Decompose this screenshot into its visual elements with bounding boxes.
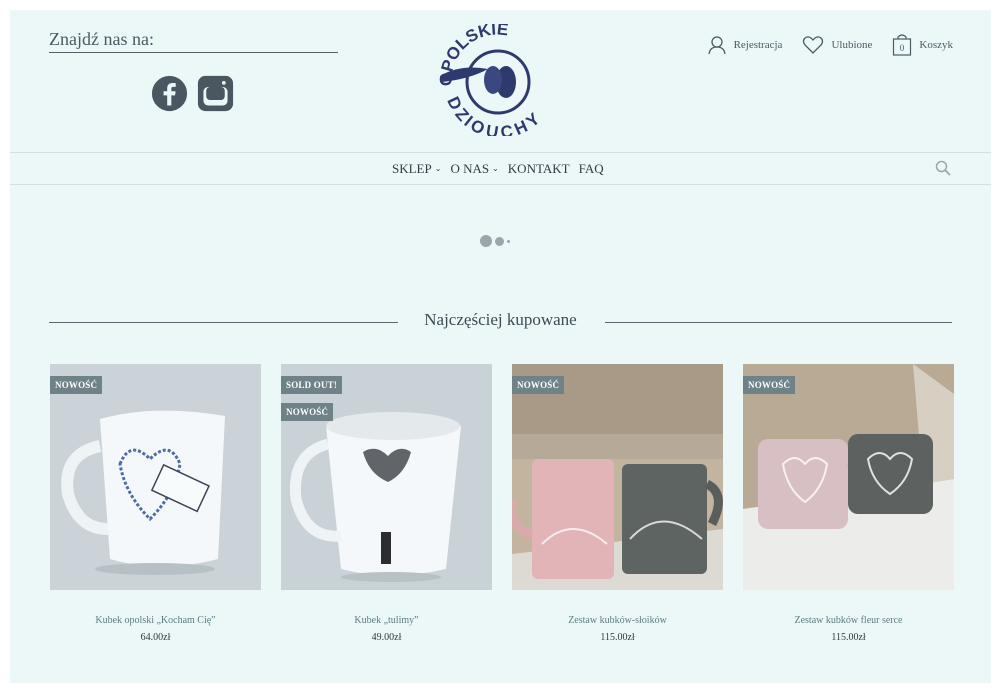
loader-dot: [507, 239, 510, 243]
facebook-icon[interactable]: [151, 75, 188, 112]
chevron-down-icon: ⌄: [492, 164, 499, 173]
new-badge: NOWOŚĆ: [50, 376, 103, 394]
mug-set-image: [512, 364, 723, 590]
loader-dot: [480, 235, 492, 247]
product-card[interactable]: NOWOŚĆ Zestaw kubków fleur serce 115.00z…: [743, 364, 954, 643]
loader-dot: [495, 236, 504, 246]
product-card[interactable]: NOWOŚĆ Zestaw kubków-słoików 115.00zł: [512, 364, 723, 643]
section-title: Najczęściej kupowane: [424, 310, 577, 329]
mug-image: [281, 364, 492, 590]
product-name[interactable]: Kubek „tulimy”: [281, 615, 492, 626]
product-card[interactable]: SOLD OUT! NOWOŚĆ Kubek „tulimy” 49.00zł: [281, 364, 492, 643]
cart-link[interactable]: 0 Koszyk: [892, 34, 953, 56]
menu-item-sklep[interactable]: SKLEP ⌄: [392, 161, 441, 177]
new-badge: NOWOŚĆ: [743, 376, 796, 394]
brand-logo[interactable]: OPOLSKIE DZIOUCHY: [430, 24, 565, 136]
account-nav: Rejestracja Ulubione 0 Koszyk: [707, 34, 953, 56]
product-price: 115.00zł: [600, 632, 635, 643]
register-link[interactable]: Rejestracja: [707, 35, 783, 55]
sold-out-badge: SOLD OUT!: [281, 376, 343, 394]
product-image[interactable]: NOWOŚĆ: [512, 364, 723, 590]
menu-items: SKLEP ⌄ O NAS ⌄ KONTAKT FAQ: [392, 153, 613, 184]
new-badge: NOWOŚĆ: [512, 376, 565, 394]
mug-set-image: [743, 364, 954, 590]
shopping-bag-icon: 0: [893, 34, 912, 56]
product-name[interactable]: Zestaw kubków-słoików: [512, 615, 723, 626]
menu-item-o-nas[interactable]: O NAS ⌄: [450, 161, 498, 177]
menu-item-faq[interactable]: FAQ: [579, 161, 604, 177]
menu-item-kontakt[interactable]: KONTAKT: [508, 161, 570, 177]
user-icon: [707, 36, 726, 55]
product-image[interactable]: NOWOŚĆ: [743, 364, 954, 590]
main-nav: SKLEP ⌄ O NAS ⌄ KONTAKT FAQ: [10, 152, 991, 185]
product-image[interactable]: SOLD OUT! NOWOŚĆ: [281, 364, 492, 590]
new-badge: NOWOŚĆ: [281, 403, 334, 421]
heart-icon: [803, 36, 824, 54]
product-name[interactable]: Kubek opolski „Kocham Cię”: [50, 615, 261, 626]
product-price: 49.00zł: [371, 632, 402, 643]
product-image[interactable]: NOWOŚĆ: [50, 364, 261, 590]
section-heading: Najczęściej kupowane: [49, 310, 952, 334]
loading-indicator: [480, 235, 510, 247]
search-icon[interactable]: [935, 160, 951, 176]
product-name[interactable]: Zestaw kubków fleur serce: [743, 615, 954, 626]
mug-image: [50, 364, 261, 590]
menu-item-label: O NAS: [450, 160, 490, 176]
product-price: 64.00zł: [140, 632, 171, 643]
logo-text-bottom: DZIOUCHY: [443, 94, 544, 136]
product-grid: NOWOŚĆ Kubek opolski „Kocham Cię” 64.00z…: [50, 364, 954, 643]
favorites-link[interactable]: Ulubione: [802, 35, 872, 55]
menu-item-label: SKLEP: [392, 160, 432, 176]
product-card[interactable]: NOWOŚĆ Kubek opolski „Kocham Cię” 64.00z…: [50, 364, 261, 643]
product-price: 115.00zł: [831, 632, 866, 643]
svg-text:DZIOUCHY: DZIOUCHY: [443, 94, 544, 136]
instagram-icon[interactable]: [197, 75, 234, 112]
social-links: [151, 75, 234, 112]
find-us-label: Znajdź nas na:: [49, 29, 338, 53]
cart-label: Koszyk: [919, 39, 953, 51]
register-label: Rejestracja: [733, 39, 783, 51]
page: Znajdź nas na: OPOLSKIE DZIOUCHY Rejestr…: [10, 10, 991, 683]
cart-count: 0: [900, 43, 905, 53]
menu-item-label: KONTAKT: [507, 160, 570, 176]
favorites-label: Ulubione: [831, 39, 873, 51]
menu-item-label: FAQ: [578, 160, 604, 176]
chevron-down-icon: ⌄: [434, 164, 442, 173]
